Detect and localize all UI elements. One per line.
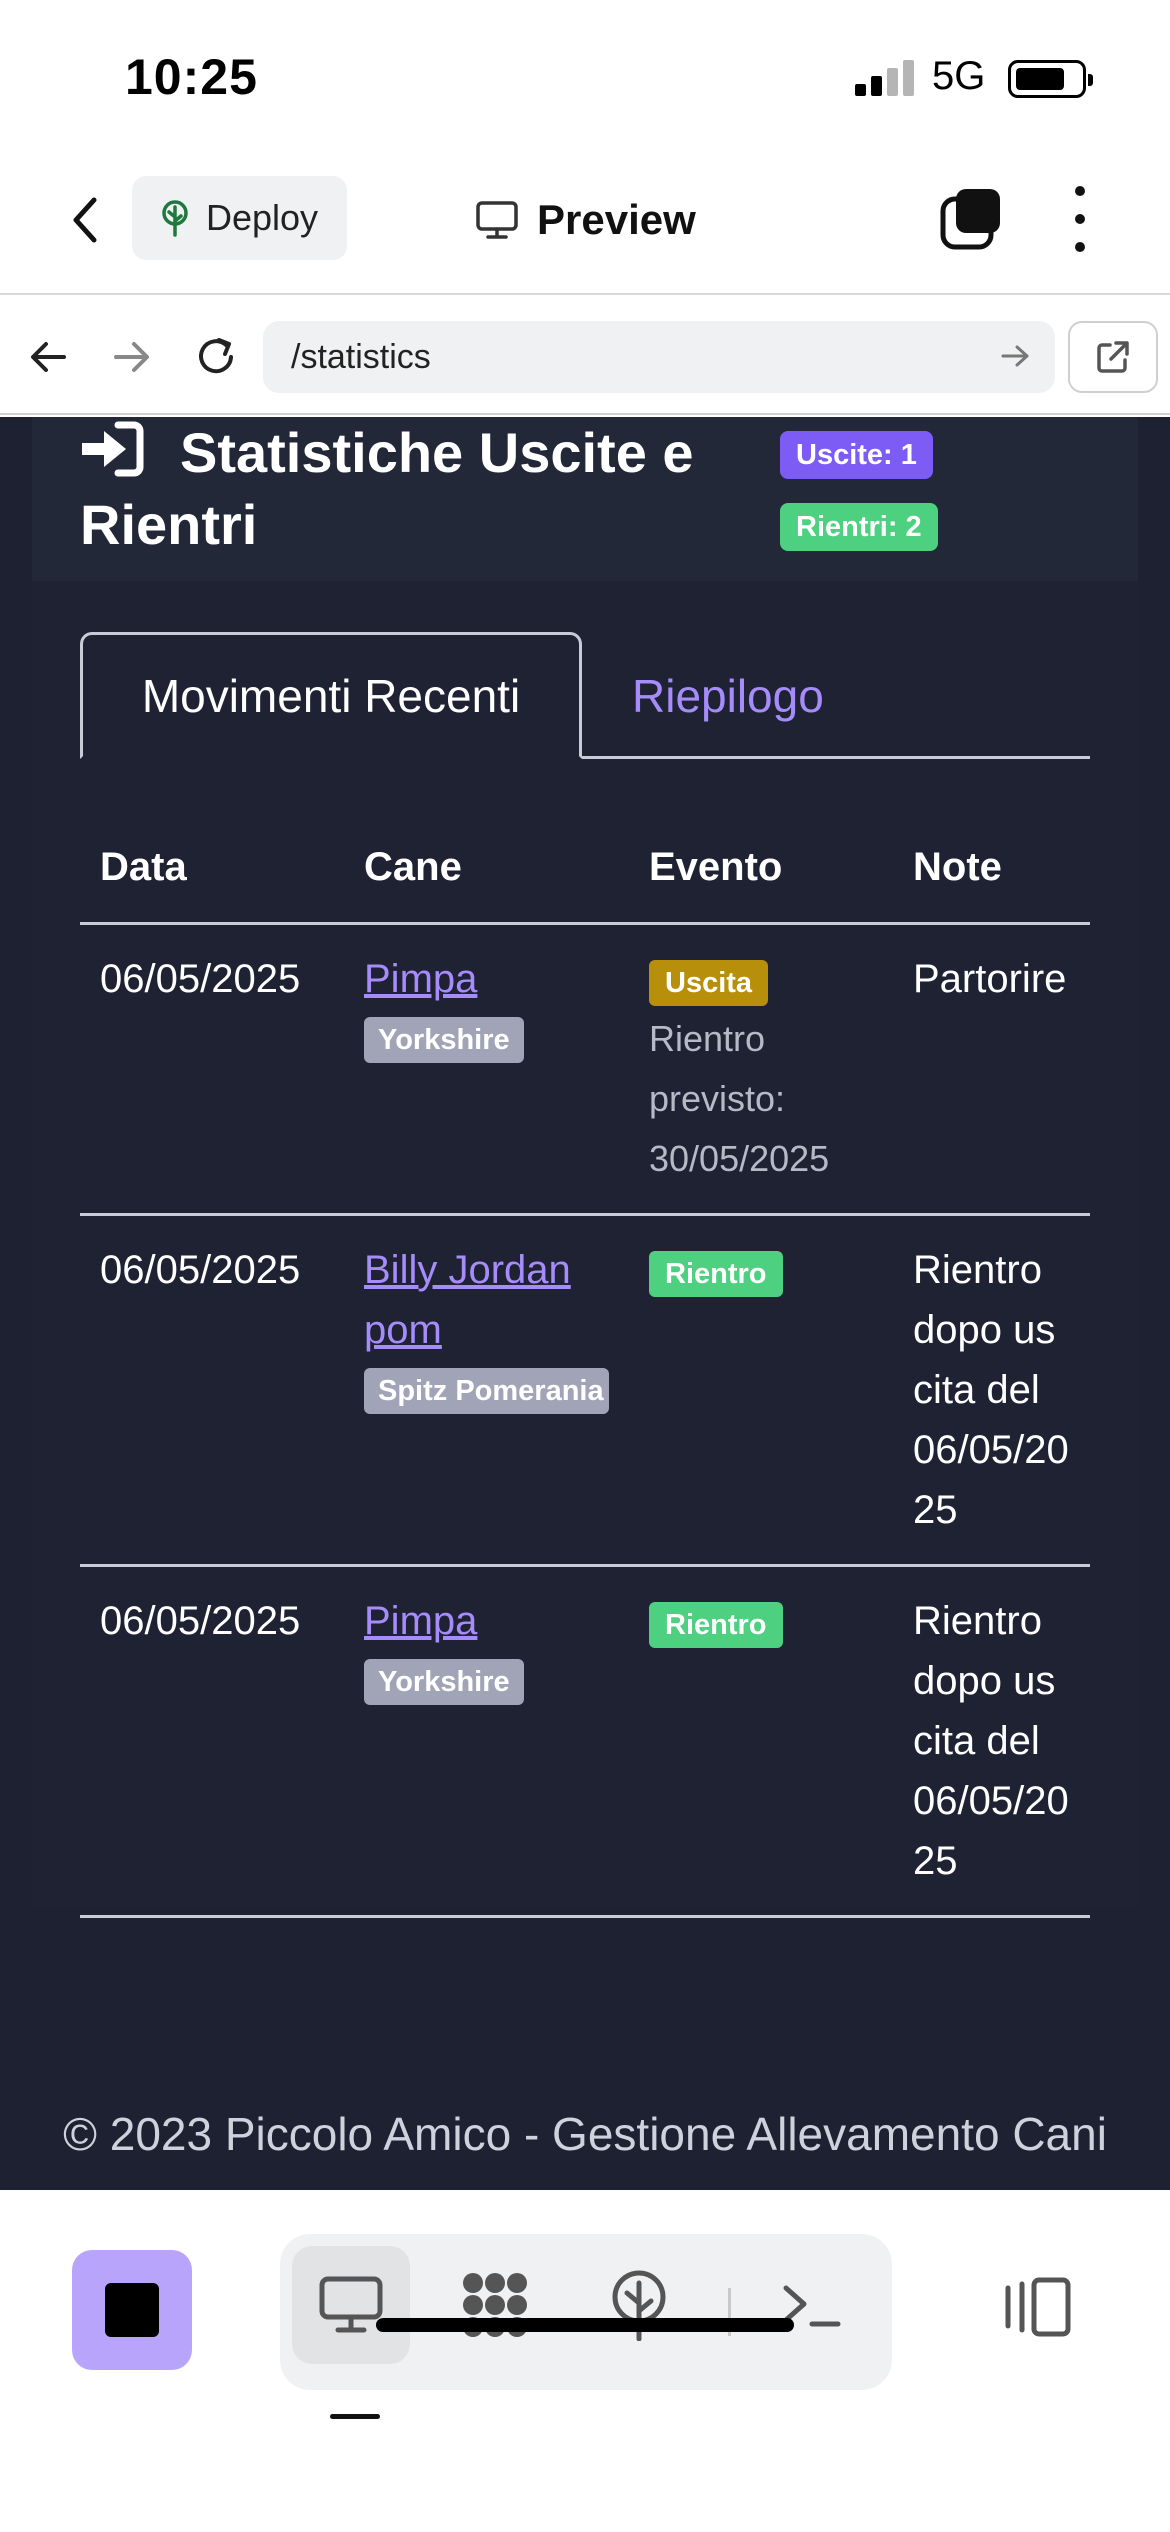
breed-badge: Spitz Pomerania (364, 1367, 609, 1414)
status-time: 10:25 (125, 49, 258, 105)
row-date: 06/05/2025 (80, 1565, 344, 1918)
bottom-toolbar (0, 2190, 1170, 2532)
status-bar: 10:25 5G (0, 0, 1170, 150)
view-switcher (280, 2234, 892, 2390)
kebab-icon[interactable] (1060, 186, 1100, 252)
dog-link[interactable]: Pimpa (364, 1591, 609, 1651)
tab-bar: Movimenti Recenti Riepilogo (80, 632, 1090, 759)
url-field[interactable]: /statistics (263, 321, 1055, 393)
dog-link[interactable]: Pimpa (364, 949, 609, 1009)
reload-button[interactable] (186, 327, 246, 387)
preview-label: Preview (537, 196, 696, 243)
row-dog-cell: Pimpa Yorkshire (344, 1565, 629, 1918)
chevron-left-icon (73, 197, 97, 243)
open-external-button[interactable] (1068, 321, 1158, 393)
row-dog-cell: Pimpa Yorkshire (344, 923, 629, 1216)
row-event-cell: Rientro (629, 1565, 893, 1918)
active-view-indicator (330, 2414, 380, 2419)
monitor-icon (476, 201, 518, 239)
event-badge-rientro: Rientro (649, 1601, 783, 1648)
row-date: 06/05/2025 (80, 1214, 344, 1567)
event-badge-rientro: Rientro (649, 1250, 783, 1297)
column-header-evento: Evento (629, 813, 893, 925)
row-event-cell: Uscita Rientro previsto: 30/05/2025 (629, 923, 893, 1216)
movements-table: Data Cane Evento Note 06/05/2025 Pimpa Y… (80, 813, 1090, 1918)
expected-return-text: Rientro previsto: 30/05/2025 (649, 1017, 830, 1179)
column-header-note: Note (893, 813, 1090, 925)
card-header: Statistiche Uscite e Rientri Uscite: 1 R… (32, 417, 1138, 581)
row-note: Rientro dopo uscita del 06/05/2025 (893, 1565, 1090, 1918)
tree-icon (162, 200, 188, 237)
table-row: 06/05/2025 Pimpa Yorkshire Uscita Rientr… (80, 923, 1090, 1216)
battery-icon (1008, 60, 1093, 98)
back-button[interactable] (60, 190, 110, 250)
tab-movimenti-recenti[interactable]: Movimenti Recenti (80, 632, 582, 759)
dog-link[interactable]: Billy Jordan pom (364, 1240, 609, 1360)
preview-view-button[interactable] (292, 2246, 410, 2364)
breed-badge: Yorkshire (364, 1016, 524, 1063)
browser-bar: /statistics (0, 297, 1170, 415)
url-text: /statistics (291, 337, 431, 376)
stop-icon (105, 2283, 159, 2337)
uscite-count-badge: Uscite: 1 (780, 431, 933, 479)
deploy-label: Deploy (206, 197, 319, 238)
breed-badge: Yorkshire (364, 1658, 524, 1705)
monitor-icon (319, 2276, 383, 2333)
table-header-row: Data Cane Evento Note (80, 813, 1090, 925)
arrow-left-icon (31, 342, 66, 372)
app-toolbar: Deploy Preview (0, 150, 1170, 295)
event-badge-uscita: Uscita (649, 959, 769, 1006)
grid-view-button[interactable] (436, 2246, 554, 2364)
rientri-count-badge: Rientri: 2 (780, 503, 938, 551)
preview-tab[interactable]: Preview (475, 190, 696, 250)
arrow-right-icon (114, 342, 149, 372)
column-header-data: Data (80, 813, 344, 925)
browser-forward-button[interactable] (102, 327, 162, 387)
row-dog-cell: Billy Jordan pom Spitz Pomerania (344, 1214, 629, 1567)
column-header-cane: Cane (344, 813, 629, 925)
external-link-icon (1097, 341, 1129, 373)
network-label: 5G (932, 54, 986, 98)
page-title: Statistiche Uscite e Rientri (80, 421, 694, 556)
stop-button[interactable] (72, 2250, 192, 2370)
signal-icon (855, 60, 915, 96)
web-content: Statistiche Uscite e Rientri Uscite: 1 R… (0, 417, 1170, 2190)
browser-back-button[interactable] (18, 327, 78, 387)
row-date: 06/05/2025 (80, 923, 344, 1216)
table-row: 06/05/2025 Billy Jordan pom Spitz Pomera… (80, 1214, 1090, 1567)
stack-icon[interactable] (940, 186, 1004, 250)
terminal-view-button[interactable] (752, 2246, 870, 2364)
row-event-cell: Rientro (629, 1214, 893, 1567)
row-note: Partorire (893, 923, 1090, 1216)
tab-riepilogo[interactable]: Riepilogo (632, 632, 824, 759)
deploy-view-button[interactable] (580, 2246, 698, 2364)
go-arrow-icon[interactable] (999, 339, 1033, 373)
deploy-button[interactable]: Deploy (132, 176, 347, 260)
home-indicator (376, 2318, 794, 2332)
table-row: 06/05/2025 Pimpa Yorkshire Rientro Rient… (80, 1565, 1090, 1918)
reload-icon (199, 338, 233, 374)
footer-copyright: © 2023 Piccolo Amico - Gestione Allevame… (63, 2108, 1107, 2160)
row-note: Rientro dopo uscita del 06/05/2025 (893, 1214, 1090, 1567)
panel-icon[interactable] (998, 2276, 1072, 2338)
statistics-card: Statistiche Uscite e Rientri Uscite: 1 R… (32, 417, 1138, 1918)
